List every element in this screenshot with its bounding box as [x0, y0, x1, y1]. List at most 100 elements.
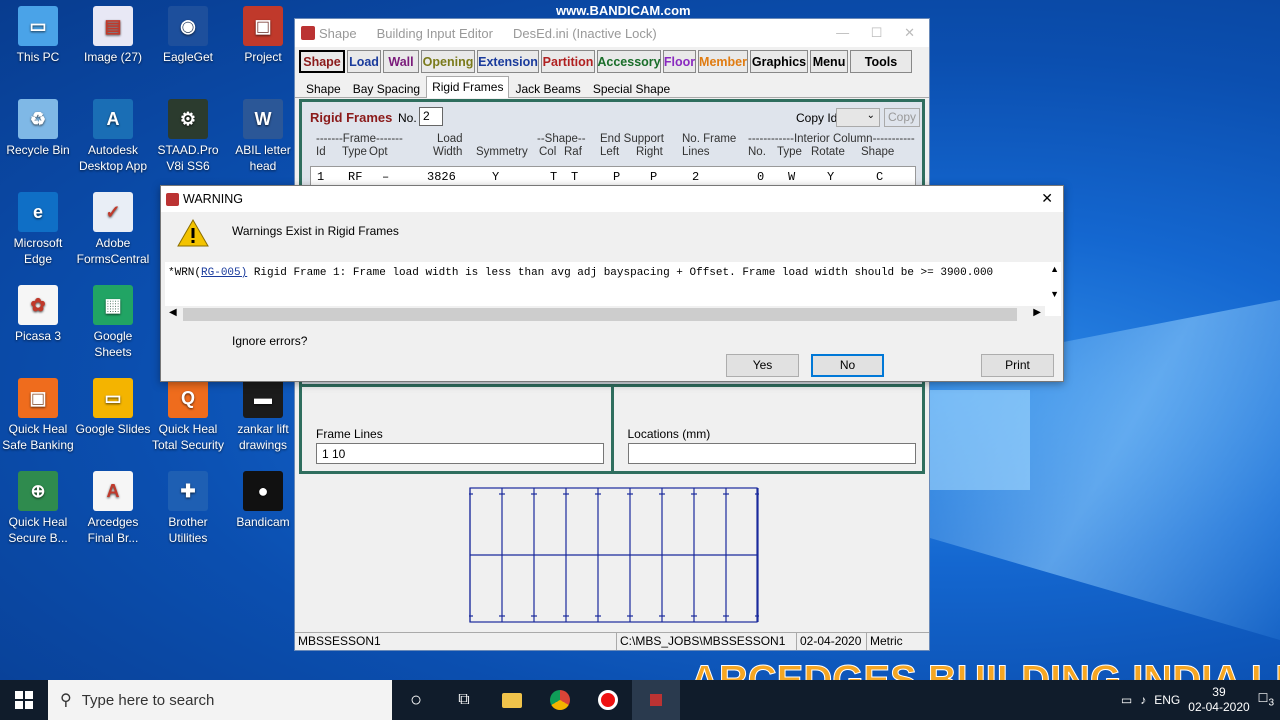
window-titlebar[interactable]: Shape Building Input Editor DesEd.ini (I… [295, 19, 929, 47]
desktop-icon[interactable]: ▣ Project [225, 6, 301, 65]
desktop-icon[interactable]: ◉ EagleGet [150, 6, 226, 65]
desktop-icon[interactable]: W ABIL letter head [225, 99, 301, 174]
clock[interactable]: 39 02-04-2020 [1188, 685, 1249, 715]
wallpaper-window-logo [930, 390, 1030, 490]
app-icon: ● [243, 471, 283, 511]
desktop-icon-label: Picasa 3 [14, 329, 62, 343]
recording-watermark: www.BANDICAM.com [556, 3, 691, 18]
warning-icon [177, 218, 209, 247]
status-date: 02-04-2020 [797, 633, 867, 650]
hdr-frame-group: -------Frame------- [316, 133, 403, 145]
desktop-icon-label: Image (27) [83, 50, 143, 64]
language-indicator[interactable]: ENG [1154, 693, 1180, 707]
copy-id-select[interactable]: ⌄ [836, 108, 880, 127]
copy-button[interactable]: Copy [884, 108, 920, 127]
warning-code-link[interactable]: RG-005) [201, 267, 247, 279]
table-cell: 3826 [427, 170, 456, 184]
desktop-icon[interactable]: ✚ Brother Utilities [150, 471, 226, 546]
desktop-icon[interactable]: ✓ Adobe FormsCentral [75, 192, 151, 267]
table-cell: RF [348, 170, 363, 184]
menu-tools[interactable]: Tools [850, 50, 912, 73]
tab-bay-spacing[interactable]: Bay Spacing [347, 78, 426, 97]
menu-extension[interactable]: Extension [477, 50, 539, 73]
desktop-icon[interactable]: Q Quick Heal Total Security [150, 378, 226, 453]
desktop-icon-label: Bandicam [236, 515, 290, 529]
table-cell: 2 [692, 170, 700, 184]
scroll-right-icon[interactable]: ▶ [1033, 307, 1041, 318]
hdr-left: Left [600, 146, 620, 158]
app-icon: A [93, 99, 133, 139]
module-menu-bar: Shape Load Wall Opening Extension Partition Ac… [295, 47, 929, 76]
scroll-down-icon[interactable]: ▼ [1050, 289, 1059, 299]
app-icon: A [93, 471, 133, 511]
app-name: Shape [319, 25, 357, 41]
file-explorer-icon[interactable] [488, 680, 536, 720]
menu-graphics[interactable]: Graphics [750, 50, 808, 73]
chrome-icon[interactable] [536, 680, 584, 720]
tab-special-shape[interactable]: Special Shape [587, 78, 676, 97]
network-icon[interactable]: ▭ [1121, 693, 1132, 707]
horizontal-scrollbar[interactable]: ◀ ▶ [165, 306, 1045, 323]
tab-jack-beams[interactable]: Jack Beams [509, 78, 586, 97]
menu-wall[interactable]: Wall [383, 50, 419, 73]
menu-floor[interactable]: Floor [663, 50, 696, 73]
warning-dialog: WARNING ✕ Warnings Exist in Rigid Frames… [160, 185, 1064, 382]
desktop-icon[interactable]: ▤ Image (27) [75, 6, 151, 65]
menu-partition[interactable]: Partition [541, 50, 595, 73]
scroll-left-icon[interactable]: ◀ [169, 307, 177, 318]
yes-button[interactable]: Yes [726, 354, 799, 377]
app-icon: ✚ [168, 471, 208, 511]
frame-lines-input[interactable]: 1 10 [316, 443, 604, 464]
desktop-icon[interactable]: ♻ Recycle Bin [0, 99, 76, 158]
menu-shape[interactable]: Shape [299, 50, 345, 73]
taskbar-search[interactable]: ⚲ Type here to search [48, 680, 392, 720]
app-icon [301, 26, 315, 40]
volume-icon[interactable]: ♪ [1140, 693, 1146, 707]
start-button[interactable] [0, 680, 48, 720]
menu-opening[interactable]: Opening [421, 50, 475, 73]
scrollbar-thumb[interactable] [183, 308, 1017, 321]
hdr-interior-group: ------------Interior Column----------- [748, 133, 915, 145]
scroll-up-icon[interactable]: ▲ [1050, 264, 1059, 274]
print-button[interactable]: Print [981, 354, 1054, 377]
cortana-icon[interactable]: ○ [392, 680, 440, 720]
windows-icon [15, 691, 33, 709]
desktop-icon[interactable]: ▣ Quick Heal Safe Banking [0, 378, 76, 453]
desktop-icon[interactable]: e Microsoft Edge [0, 192, 76, 267]
window-controls[interactable]: — ☐ ✕ [836, 25, 915, 41]
desktop-icon[interactable]: ▦ Google Sheets [75, 285, 151, 360]
editor-task-icon[interactable] [632, 680, 680, 720]
app-icon: ▣ [18, 378, 58, 418]
bandicam-icon[interactable] [584, 680, 632, 720]
status-bar: MBSSESSON1 C:\MBS_JOBS\MBSSESSON1 02-04-… [295, 632, 929, 650]
desktop-icon[interactable]: ▬ zankar lift drawings [225, 378, 301, 453]
tab-rigid-frames[interactable]: Rigid Frames [426, 76, 510, 98]
desktop-icon[interactable]: ● Bandicam [225, 471, 301, 530]
desktop-icon[interactable]: ▭ This PC [0, 6, 76, 65]
desktop-icon[interactable]: A Arcedges Final Br... [75, 471, 151, 546]
tab-shape[interactable]: Shape [300, 78, 347, 97]
menu-accessory[interactable]: Accessory [597, 50, 661, 73]
hdr-col: Col [539, 146, 557, 158]
dialog-titlebar[interactable]: WARNING ✕ [161, 186, 1063, 212]
menu-load[interactable]: Load [347, 50, 381, 73]
notification-count: 3 [1268, 697, 1274, 709]
close-icon[interactable]: ✕ [1041, 190, 1053, 207]
desktop-icon[interactable]: ⚙ STAAD.Pro V8i SS6 [150, 99, 226, 174]
locations-input[interactable] [627, 443, 916, 464]
desktop-icon[interactable]: ⊕ Quick Heal Secure B... [0, 471, 76, 546]
desktop-icon[interactable]: ✿ Picasa 3 [0, 285, 76, 344]
desktop-icon-label: Autodesk Desktop App [78, 143, 148, 173]
frame-count-input[interactable]: 2 [419, 107, 443, 126]
copy-id-label: Copy Id [796, 111, 838, 125]
desktop-icon[interactable]: ▭ Google Slides [75, 378, 151, 437]
taskbar: ⚲ Type here to search ○ ⧉ ▭ ♪ ENG 39 02-… [0, 680, 1280, 720]
app-icon: W [243, 99, 283, 139]
desktop-icon-label: Adobe FormsCentral [76, 236, 150, 266]
notification-icon[interactable]: ☐3 [1258, 691, 1274, 708]
no-button[interactable]: No [811, 354, 884, 377]
task-view-icon[interactable]: ⧉ [440, 680, 488, 720]
menu-member[interactable]: Member [698, 50, 748, 73]
menu-menu[interactable]: Menu [810, 50, 848, 73]
desktop-icon[interactable]: A Autodesk Desktop App [75, 99, 151, 174]
